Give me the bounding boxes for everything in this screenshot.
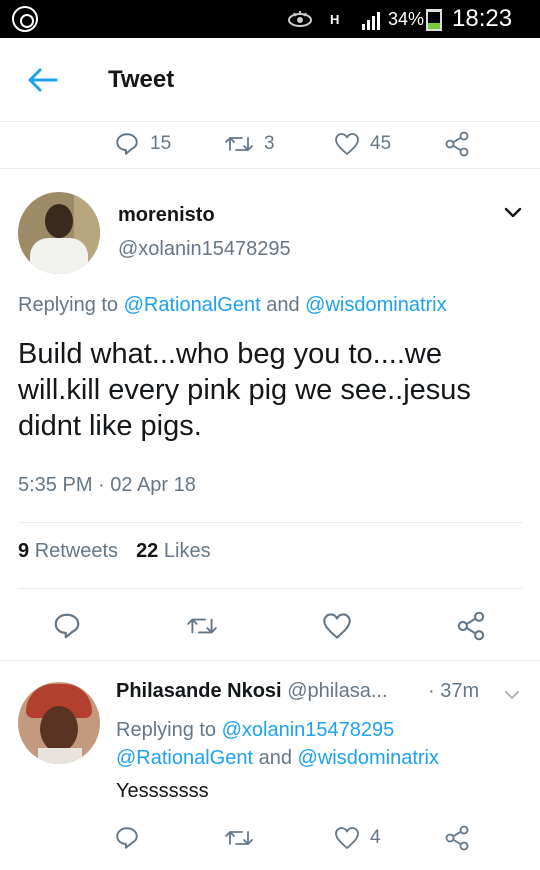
retweets-stat[interactable]: 9 Retweets	[18, 540, 118, 562]
reply-replying-to: Replying to @xolanin15478295 @RationalGe…	[116, 716, 536, 772]
retweet-label: Retweets	[34, 540, 119, 562]
network-type-label: H	[330, 11, 340, 27]
parent-tweet-actions: 15 3 45	[0, 124, 540, 164]
reply-button[interactable]	[114, 818, 140, 858]
battery-level-fill	[428, 23, 440, 29]
arrow-left-icon[interactable]	[26, 66, 58, 94]
retweet-button[interactable]	[186, 606, 218, 646]
avatar[interactable]	[18, 192, 100, 274]
like-total: 22	[136, 540, 159, 562]
replying-to: Replying to @RationalGent and @wisdomina…	[18, 294, 447, 317]
reply-icon	[116, 827, 138, 849]
reply-author-name[interactable]: Philasande Nkosi	[116, 680, 282, 702]
status-bar: H 34% 18:23	[0, 0, 540, 38]
avatar-head	[45, 204, 73, 238]
mention-link[interactable]: @RationalGent	[116, 747, 253, 769]
like-button[interactable]: 45	[334, 124, 391, 164]
reply-icon	[116, 133, 138, 155]
chevron-down-icon[interactable]	[504, 206, 522, 220]
reply-button[interactable]: 15	[114, 124, 171, 164]
replying-prefix: Replying to	[116, 719, 217, 741]
share-icon	[445, 131, 469, 157]
share-button[interactable]	[456, 606, 486, 646]
signal-icon	[362, 10, 384, 30]
app-header: Tweet	[0, 38, 540, 122]
retweet-button[interactable]: 3	[224, 124, 275, 164]
retweet-count: 3	[264, 133, 275, 154]
mention-link[interactable]: @xolanin15478295	[222, 719, 395, 741]
share-button[interactable]	[444, 124, 470, 164]
reply-author-handle[interactable]: @philasa...	[287, 680, 387, 702]
reply-icon	[54, 613, 80, 639]
reply-time: · 37m	[428, 680, 480, 702]
chevron-down-icon[interactable]	[504, 688, 520, 700]
reply-button[interactable]	[52, 606, 82, 646]
tweet-stats: 9 Retweets 22 Likes	[18, 540, 211, 563]
page-title: Tweet	[108, 66, 175, 93]
avatar[interactable]	[18, 682, 100, 764]
tweet-text: Build what...who beg you to....we will.k…	[18, 338, 471, 442]
divider	[0, 660, 540, 661]
tweet-timestamp: 5:35 PM · 02 Apr 18	[18, 474, 196, 496]
share-icon	[457, 611, 485, 641]
retweet-icon	[187, 618, 217, 634]
divider	[18, 588, 522, 589]
replying-and: and	[258, 747, 292, 769]
author-handle[interactable]: @xolanin15478295	[118, 238, 291, 261]
divider	[0, 168, 540, 169]
retweet-icon	[225, 831, 253, 845]
reply-text: Yesssssss	[116, 780, 209, 802]
battery-percent: 34%	[388, 8, 425, 29]
like-button[interactable]	[322, 606, 352, 646]
reply-actions: 4	[0, 818, 540, 858]
divider	[18, 522, 522, 523]
share-icon	[445, 825, 469, 851]
avatar-shirt	[30, 238, 88, 274]
mention-link[interactable]: @wisdominatrix	[305, 294, 446, 316]
retweet-total: 9	[18, 540, 30, 562]
clock: 18:23	[452, 5, 513, 32]
mention-link[interactable]: @RationalGent	[124, 294, 261, 316]
battery-icon	[426, 9, 442, 31]
like-count: 4	[370, 827, 381, 848]
eye-icon	[286, 4, 314, 34]
like-button[interactable]: 4	[334, 818, 381, 858]
author-name[interactable]: morenisto	[118, 204, 215, 227]
heart-icon	[335, 133, 359, 155]
mention-link[interactable]: @wisdominatrix	[298, 747, 439, 769]
like-count: 45	[370, 133, 392, 154]
tweet-actions	[0, 606, 540, 646]
replying-and: and	[266, 294, 300, 316]
retweet-icon	[225, 137, 253, 151]
heart-icon	[323, 613, 351, 639]
avatar-neck	[38, 748, 82, 764]
likes-stat[interactable]: 22 Likes	[136, 540, 211, 562]
replying-prefix: Replying to	[18, 294, 119, 316]
like-label: Likes	[163, 540, 211, 562]
avatar-face	[40, 706, 78, 752]
share-button[interactable]	[444, 818, 470, 858]
heart-icon	[335, 827, 359, 849]
app-notification-icon	[12, 6, 38, 32]
reply-header[interactable]: Philasande Nkosi @philasa...	[116, 680, 388, 703]
reply-count: 15	[150, 133, 172, 154]
retweet-button[interactable]	[224, 818, 254, 858]
